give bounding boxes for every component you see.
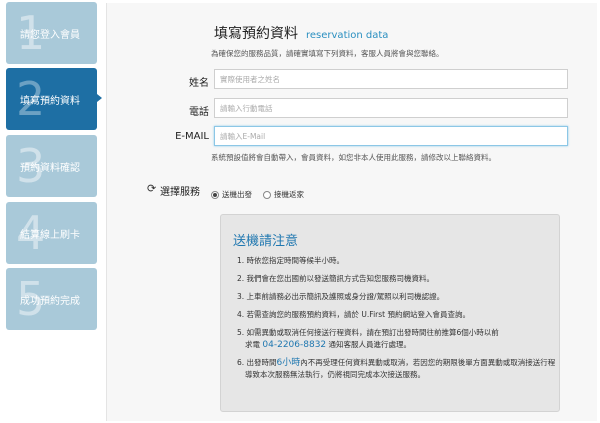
steps-sidebar: 1 請您登入會員 2 填寫預約資料 3 預約資料確認 4 結算線上刷卡 5 成功… bbox=[0, 0, 102, 423]
notice-box: 送機請注意 1. 時依您指定時間等候半小時。 2. 我們會在您出國前以發送簡訊方… bbox=[220, 214, 560, 412]
service-option-arrival[interactable]: 接機返家 bbox=[263, 184, 304, 199]
notice-text: 內不再受理任何資料異動或取消，若因您的期限後單方面異動或取消接送行程 bbox=[300, 358, 556, 367]
notice-title: 送機請注意 bbox=[233, 234, 299, 249]
deadline-highlight: 6小時 bbox=[276, 358, 301, 368]
notice-item-2: 2. 我們會在您出國前以發送簡訊方式告知您服務司機資料。 bbox=[237, 274, 435, 283]
name-row: 姓名 bbox=[107, 69, 597, 91]
notice-item-5-line-2: 求電 04-2206-8832 通知客服人員進行處理。 bbox=[237, 339, 557, 351]
notice-text: 通知客服人員進行處理。 bbox=[328, 340, 412, 349]
page-subtitle: reservation data bbox=[306, 30, 389, 41]
phone-label: 電話 bbox=[189, 107, 209, 118]
radio-label: 接機返家 bbox=[274, 190, 304, 199]
step-label: 預約資料確認 bbox=[20, 163, 80, 174]
notice-item-4: 4. 若需查詢您的服務預約資料，請於 U.First 預約網站登入會員查詢。 bbox=[237, 310, 470, 319]
active-step-arrow-icon bbox=[97, 94, 102, 102]
email-label: E-MAIL bbox=[175, 131, 209, 142]
notice-text: 6. 出發時間 bbox=[237, 358, 277, 367]
service-selector: ⟳ 選擇服務 送機出發 接機返家 bbox=[147, 182, 587, 199]
name-input[interactable] bbox=[214, 69, 568, 89]
email-row: E-MAIL bbox=[107, 126, 597, 148]
contact-hint-text: 系統預設值將會自動帶入，會員資料，如您非本人使用此服務，請修改以上聯絡資料。 bbox=[211, 153, 496, 162]
radio-label: 送機出發 bbox=[222, 190, 252, 199]
notice-item-1: 1. 時依您指定時間等候半小時。 bbox=[237, 256, 345, 265]
service-phone-number: 04-2206-8832 bbox=[262, 340, 327, 350]
page-title: 填寫預約資料 reservation data bbox=[214, 23, 388, 43]
radio-selected-icon[interactable] bbox=[211, 190, 219, 199]
service-label: 選擇服務 bbox=[160, 187, 200, 198]
name-label: 姓名 bbox=[189, 78, 209, 89]
phone-row: 電話 bbox=[107, 98, 597, 120]
notice-item-6-line-2: 導致本次服務無法執行，仍將視同完成本次接送服務。 bbox=[245, 370, 425, 379]
notice-item-6-line-1: 6. 出發時間6小時內不再受理任何資料異動或取消，若因您的期限後單方面異動或取消… bbox=[237, 357, 557, 369]
step-label: 填寫預約資料 bbox=[20, 96, 80, 107]
step-4-payment: 4 結算線上刷卡 bbox=[6, 202, 97, 264]
form-intro-text: 為確保您的服務品質，請確實填寫下列資料，客服人員將會與您聯絡。 bbox=[211, 49, 444, 58]
notice-list: 1. 時依您指定時間等候半小時。 2. 我們會在您出國前以發送簡訊方式告知您服務… bbox=[237, 255, 557, 387]
step-1-login: 1 請您登入會員 bbox=[6, 2, 97, 64]
reservation-form-panel: 填寫預約資料 reservation data 為確保您的服務品質，請確實填寫下列… bbox=[106, 3, 597, 421]
notice-text: 求電 bbox=[245, 340, 260, 349]
radio-unselected-icon[interactable] bbox=[263, 190, 271, 199]
notice-item-3: 3. 上車前請務必出示簡訊及護照或身分證/駕照以利司機認證。 bbox=[237, 292, 445, 301]
phone-input[interactable] bbox=[214, 98, 568, 118]
notice-item-5-line-1: 5. 如需異動或取消任何接送行程資料，請在預訂出發時間往前推算6個小時以前 bbox=[237, 328, 499, 337]
step-label: 成功預約完成 bbox=[20, 296, 80, 307]
refresh-icon: ⟳ bbox=[147, 182, 157, 195]
step-label: 結算線上刷卡 bbox=[20, 230, 80, 241]
page-title-text: 填寫預約資料 bbox=[214, 26, 298, 42]
notice-item-5: 5. 如需異動或取消任何接送行程資料，請在預訂出發時間往前推算6個小時以前 求電… bbox=[237, 327, 557, 351]
email-input[interactable] bbox=[214, 126, 568, 146]
step-5-complete: 5 成功預約完成 bbox=[6, 268, 97, 330]
step-3-confirm: 3 預約資料確認 bbox=[6, 135, 97, 197]
step-label: 請您登入會員 bbox=[20, 30, 80, 41]
step-2-fill-data: 2 填寫預約資料 bbox=[6, 68, 97, 130]
service-option-departure[interactable]: 送機出發 bbox=[211, 184, 252, 199]
notice-item-6: 6. 出發時間6小時內不再受理任何資料異動或取消，若因您的期限後單方面異動或取消… bbox=[237, 357, 557, 381]
